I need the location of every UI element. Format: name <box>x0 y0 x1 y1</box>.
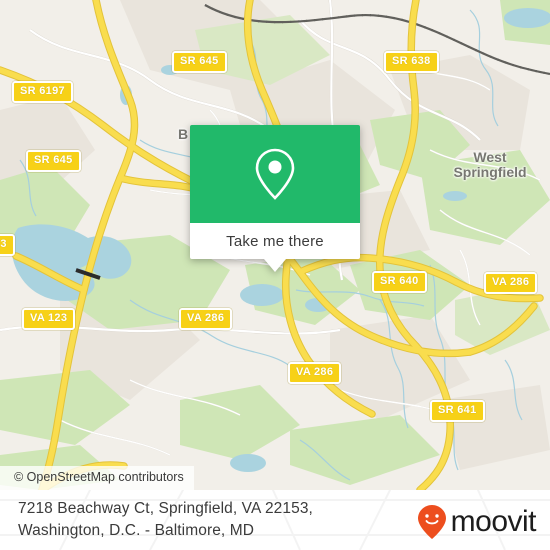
road-shield-sr-6197[interactable]: SR 6197 <box>12 81 73 103</box>
location-popup-card[interactable]: Take me there <box>190 125 360 272</box>
road-shield-va-123[interactable]: VA 123 <box>22 308 76 330</box>
address-line-2: Washington, D.C. - Baltimore, MD <box>18 522 255 539</box>
moovit-pin-icon <box>417 505 446 539</box>
osm-attribution-text: © OpenStreetMap contributors <box>14 470 184 484</box>
popup-card-header <box>190 125 360 223</box>
map-pin-icon <box>255 148 295 200</box>
road-shield-sr-638[interactable]: SR 638 <box>384 51 439 73</box>
road-shield-sr-640[interactable]: SR 640 <box>372 271 427 293</box>
location-address: 7218 Beachway Ct, Springfield, VA 22153,… <box>18 498 378 542</box>
moovit-wordmark: moovit <box>450 505 537 538</box>
road-shield-va-286-east[interactable]: VA 286 <box>484 272 538 294</box>
footer-bar: 7218 Beachway Ct, Springfield, VA 22153,… <box>0 490 550 550</box>
road-shield-va-286-south[interactable]: VA 286 <box>288 362 342 384</box>
moovit-logo[interactable]: moovit <box>417 504 537 540</box>
osm-attribution[interactable]: © OpenStreetMap contributors <box>0 466 194 490</box>
moovit-map-screenshot: .park{fill:#cfe6b6;} .parkd{fill:#d9e8c4… <box>0 0 550 550</box>
road-shield-va-286-west[interactable]: VA 286 <box>179 308 233 330</box>
take-me-there-label: Take me there <box>226 232 324 250</box>
road-shield-va-123-partial[interactable]: 23 <box>0 234 15 256</box>
map-canvas[interactable]: .park{fill:#cfe6b6;} .parkd{fill:#d9e8c4… <box>0 0 550 490</box>
road-shield-sr-641[interactable]: SR 641 <box>430 400 485 422</box>
road-shield-sr-645-north[interactable]: SR 645 <box>172 51 227 73</box>
popup-card-pointer <box>264 259 286 272</box>
take-me-there-button[interactable]: Take me there <box>190 223 360 259</box>
address-line-1: 7218 Beachway Ct, Springfield, VA 22153, <box>18 500 313 517</box>
place-label-west-springfield: West Springfield <box>453 149 527 180</box>
road-shield-sr-645-west[interactable]: SR 645 <box>26 150 81 172</box>
